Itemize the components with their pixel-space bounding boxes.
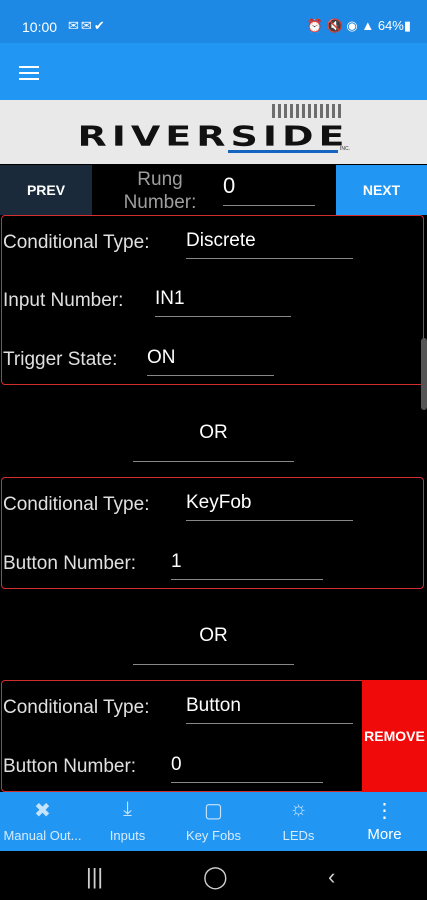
bottom-tab-bar: ✖ Manual Out... ⤓ Inputs ▢ Key Fobs ☼ LE… — [0, 792, 427, 851]
tools-icon: ✖ — [34, 800, 51, 822]
or-separator-line — [133, 664, 294, 665]
mail-icon: ✉ — [80, 18, 94, 33]
button-number-label: Button Number: — [3, 756, 137, 777]
battery-level: 64% — [377, 18, 404, 33]
logo-underline — [228, 150, 338, 153]
logo-inc: INC. — [340, 146, 350, 152]
system-nav-bar: ||| ◯ ‹ — [0, 851, 427, 900]
trigger-state-field[interactable]: ON — [147, 347, 274, 376]
button-number-label: Button Number: — [3, 553, 137, 574]
or-separator-label: OR — [199, 625, 228, 646]
conditional-type-select[interactable]: Button — [186, 695, 353, 724]
or-separator-label: OR — [199, 422, 228, 443]
tab-label: Key Fobs — [186, 828, 241, 843]
conditional-type-label: Conditional Type: — [3, 697, 150, 718]
signal-icon: ▲ — [361, 18, 375, 33]
tab-inputs[interactable]: ⤓ Inputs — [85, 792, 170, 851]
status-bar: 10:00 ✉✉✔ ⏰ 🔇 ◉ ▲ 64%▮ — [0, 0, 427, 43]
more-vert-icon: ⋮ — [374, 800, 395, 822]
tab-more[interactable]: ⋮ More — [342, 792, 427, 851]
keyfob-icon: ▢ — [204, 800, 223, 822]
button-number-field[interactable]: 1 — [171, 551, 323, 580]
tab-label: More — [367, 826, 402, 843]
trigger-state-label: Trigger State: — [3, 349, 118, 370]
tab-manual-outputs[interactable]: ✖ Manual Out... — [0, 792, 85, 851]
scrollbar[interactable] — [421, 338, 427, 410]
check-icon: ✔ — [93, 18, 107, 33]
back-icon[interactable]: ‹ — [328, 864, 335, 890]
tab-leds[interactable]: ☼ LEDs — [256, 792, 341, 851]
system-icons: ⏰ 🔇 ◉ ▲ 64%▮ — [307, 18, 411, 34]
status-time: 10:00 — [22, 19, 58, 35]
button-number-field[interactable]: 0 — [171, 754, 323, 783]
home-icon[interactable]: ◯ — [203, 864, 228, 890]
conditional-type-label: Conditional Type: — [3, 494, 150, 515]
led-icon: ☼ — [289, 798, 308, 820]
conditional-type-select[interactable]: Discrete — [186, 230, 353, 259]
logo-dots-decoration — [272, 104, 344, 118]
rung-number-label: Rung Number: — [123, 169, 197, 213]
battery-icon: ▮ — [403, 18, 411, 33]
mute-icon: 🔇 — [326, 18, 343, 33]
tab-label: LEDs — [282, 828, 315, 843]
mail-icon: ✉ — [68, 18, 81, 33]
recents-icon[interactable]: ||| — [86, 864, 103, 890]
notification-icons: ✉✉✔ — [68, 18, 107, 34]
input-number-label: Input Number: — [3, 290, 124, 311]
input-number-field[interactable]: IN1 — [155, 288, 291, 317]
tab-label: Manual Out... — [3, 828, 82, 843]
download-icon: ⤓ — [123, 798, 132, 820]
wifi-icon: ◉ — [346, 18, 358, 33]
alarm-icon: ⏰ — [306, 18, 323, 33]
rung-number-input[interactable]: 0 — [223, 173, 315, 206]
conditional-type-label: Conditional Type: — [3, 232, 150, 253]
logo-banner: RIVERSIDE INC. — [0, 100, 427, 164]
app-bar — [0, 43, 427, 100]
menu-icon[interactable] — [19, 66, 39, 80]
tab-label: Inputs — [109, 828, 146, 843]
logo-text: RIVERSIDE — [77, 120, 350, 152]
remove-button[interactable]: REMOVE — [362, 680, 427, 792]
tab-key-fobs[interactable]: ▢ Key Fobs — [171, 792, 256, 851]
next-button[interactable]: NEXT — [336, 165, 427, 215]
conditional-type-select[interactable]: KeyFob — [186, 492, 353, 521]
or-separator-line — [133, 461, 294, 462]
prev-button[interactable]: PREV — [0, 165, 92, 215]
